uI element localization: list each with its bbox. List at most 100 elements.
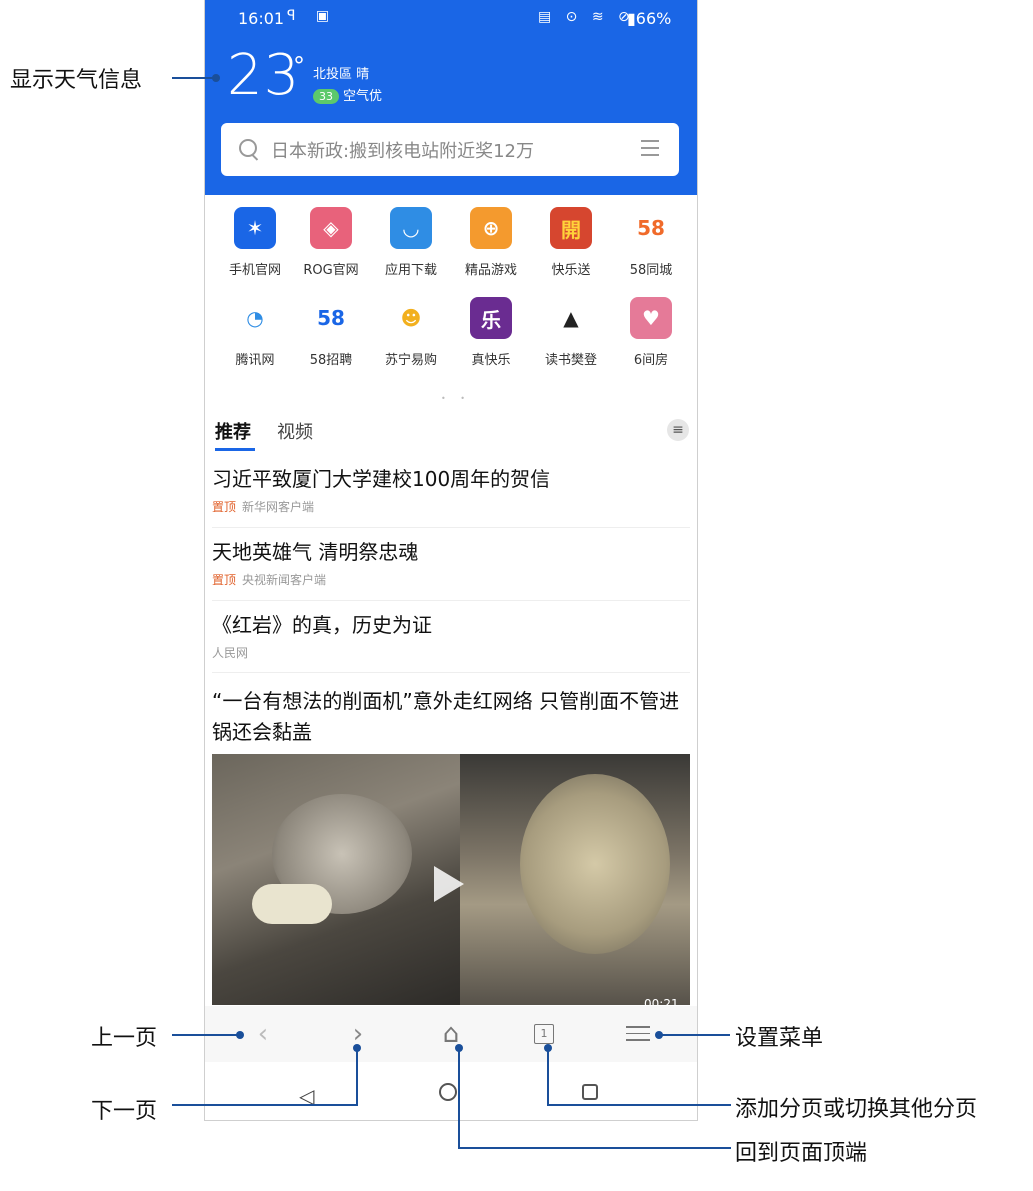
weather-location[interactable]: 北投區 晴 xyxy=(313,63,369,82)
shortcut-label: 手机官网 xyxy=(228,263,281,278)
annotation-tabs: 添加分页或切换其他分页 xyxy=(735,1097,978,1122)
leader-line xyxy=(172,1104,358,1106)
leader-line xyxy=(460,1147,731,1149)
leader-dot xyxy=(212,74,220,82)
search-bar[interactable]: 日本新政:搬到核电站附近奖12万 xyxy=(221,123,679,176)
shortcut-label: 精品游戏 xyxy=(464,263,517,278)
annotation-prev: 上一页 xyxy=(91,1026,158,1051)
shortcut-label: ROG官网 xyxy=(303,263,359,278)
news-item[interactable]: “一台有想法的削面机”意外走红网络 只管削面不管进锅还会黏盖 xyxy=(212,686,690,748)
pin-badge: 置顶 xyxy=(212,500,237,514)
shortcut-book[interactable]: ▲ 读书樊登 xyxy=(531,297,611,368)
shortcut-rog[interactable]: ◈ ROG官网 xyxy=(291,207,371,278)
leader-line xyxy=(549,1104,731,1106)
shortcut-app-store[interactable]: ◡ 应用下载 xyxy=(371,207,451,278)
leader-dot xyxy=(655,1031,663,1039)
system-status-icons: ▤ ⊙ ≋ ⊘ xyxy=(538,9,635,25)
shortcut-label: 苏宁易购 xyxy=(384,353,437,368)
shortcut-label: 6间房 xyxy=(633,353,669,368)
suning-icon: ☻ xyxy=(390,297,432,339)
video-frame-left xyxy=(212,754,460,1005)
gift-icon: 開 xyxy=(550,207,592,249)
battery-indicator: ▮66% xyxy=(627,9,672,28)
shortcut-58[interactable]: 58 58同城 xyxy=(611,207,691,278)
shortcut-gamepad[interactable]: ⊕ 精品游戏 xyxy=(451,207,531,278)
leader-line xyxy=(547,1048,549,1106)
shortcut-label: 读书樊登 xyxy=(544,353,597,368)
dough-image xyxy=(252,884,332,924)
tab-recommend[interactable]: 推荐 xyxy=(215,418,255,451)
leader-line xyxy=(172,1034,240,1036)
leader-line xyxy=(356,1048,358,1106)
news-meta: 置顶 央视新闻客户端 xyxy=(212,571,690,588)
shortcut-label: 快乐送 xyxy=(551,263,591,278)
tencent-icon: ◔ xyxy=(234,297,276,339)
pin-badge: 置顶 xyxy=(212,573,237,587)
shortcut-suning[interactable]: ☻ 苏宁易购 xyxy=(371,297,451,368)
tab-video[interactable]: 视频 xyxy=(277,418,313,444)
page-indicator: • • xyxy=(441,394,471,403)
book-icon: ▲ xyxy=(550,297,592,339)
asus-icon: ✶ xyxy=(234,207,276,249)
status-time: 16:01 xyxy=(238,9,285,28)
nav-recents-icon[interactable] xyxy=(582,1084,598,1100)
news-source: 新华网客户端 xyxy=(242,500,315,514)
news-title[interactable]: 习近平致厦门大学建校100周年的贺信 xyxy=(212,464,690,494)
annotation-weather: 显示天气信息 xyxy=(10,68,143,93)
video-frame-right xyxy=(460,754,690,1005)
tabs-button[interactable]: 1 xyxy=(534,1024,554,1044)
play-icon[interactable] xyxy=(434,866,464,902)
news-title[interactable]: 天地英雄气 清明祭忠魂 xyxy=(212,537,690,567)
58-icon: 58 xyxy=(630,207,672,249)
divider xyxy=(212,527,690,528)
news-source: 人民网 xyxy=(212,646,249,660)
6room-icon: ♥ xyxy=(630,297,672,339)
search-input[interactable]: 日本新政:搬到核电站附近奖12万 xyxy=(271,137,534,163)
notification-icons: ꟼ ▣ xyxy=(287,8,338,24)
browser-toolbar: ‹ › ⌂ 1 xyxy=(205,1006,697,1062)
shortcut-6room[interactable]: ♥ 6间房 xyxy=(611,297,691,368)
shortcut-label: 58同城 xyxy=(629,263,673,278)
air-quality[interactable]: 33 空气优 xyxy=(313,85,382,104)
back-button[interactable]: ‹ xyxy=(253,1020,273,1048)
divider xyxy=(212,600,690,601)
annotation-menu: 设置菜单 xyxy=(735,1026,824,1051)
weather-temperature[interactable]: 23 xyxy=(227,46,300,106)
news-item[interactable]: 天地英雄气 清明祭忠魂 置顶 央视新闻客户端 xyxy=(212,537,690,588)
shortcut-label: 腾讯网 xyxy=(235,353,275,368)
channel-menu-icon[interactable]: ≡ xyxy=(667,419,689,441)
shortcut-58-recruit[interactable]: 58 58招聘 xyxy=(291,297,371,368)
news-meta: 置顶 新华网客户端 xyxy=(212,498,690,515)
annotation-home: 回到页面顶端 xyxy=(735,1141,868,1166)
browser-header: 16:01 ꟼ ▣ ▤ ⊙ ≋ ⊘ ▮66% 23 ° 北投區 晴 33 空气优 … xyxy=(205,0,697,195)
shortcut-label: 真快乐 xyxy=(471,353,511,368)
leader-dot xyxy=(353,1044,361,1052)
leader-dot xyxy=(455,1044,463,1052)
zhenkuaile-icon: 乐 xyxy=(470,297,512,339)
shortcut-label: 58招聘 xyxy=(309,353,353,368)
nav-home-icon[interactable] xyxy=(439,1083,457,1101)
video-thumbnail[interactable]: 00:21 xyxy=(212,754,690,1005)
rog-icon: ◈ xyxy=(310,207,352,249)
news-tabs: 推荐 视频 ≡ xyxy=(215,418,689,452)
app-store-icon: ◡ xyxy=(390,207,432,249)
aqi-badge: 33 xyxy=(313,89,339,104)
menu-button[interactable] xyxy=(626,1026,650,1054)
phone-screen: 16:01 ꟼ ▣ ▤ ⊙ ≋ ⊘ ▮66% 23 ° 北投區 晴 33 空气优 … xyxy=(204,0,698,1121)
news-item[interactable]: 习近平致厦门大学建校100周年的贺信 置顶 新华网客户端 xyxy=(212,464,690,515)
divider xyxy=(212,672,690,673)
shortcut-asus[interactable]: ✶ 手机官网 xyxy=(215,207,295,278)
shortcut-zhenkuaile[interactable]: 乐真快乐 xyxy=(451,297,531,368)
scan-icon[interactable] xyxy=(641,140,659,160)
news-title[interactable]: 《红岩》的真，历史为证 xyxy=(212,610,690,640)
shortcut-gift[interactable]: 開快乐送 xyxy=(531,207,611,278)
shortcut-tencent[interactable]: ◔ 腾讯网 xyxy=(215,297,295,368)
news-meta: 人民网 xyxy=(212,644,690,661)
leader-line xyxy=(458,1048,460,1149)
news-title[interactable]: “一台有想法的削面机”意外走红网络 只管削面不管进锅还会黏盖 xyxy=(212,686,690,748)
shortcut-label: 应用下载 xyxy=(384,263,437,278)
news-item[interactable]: 《红岩》的真，历史为证 人民网 xyxy=(212,610,690,661)
news-source: 央视新闻客户端 xyxy=(242,573,327,587)
leader-line xyxy=(172,77,216,79)
annotation-next: 下一页 xyxy=(91,1099,158,1124)
